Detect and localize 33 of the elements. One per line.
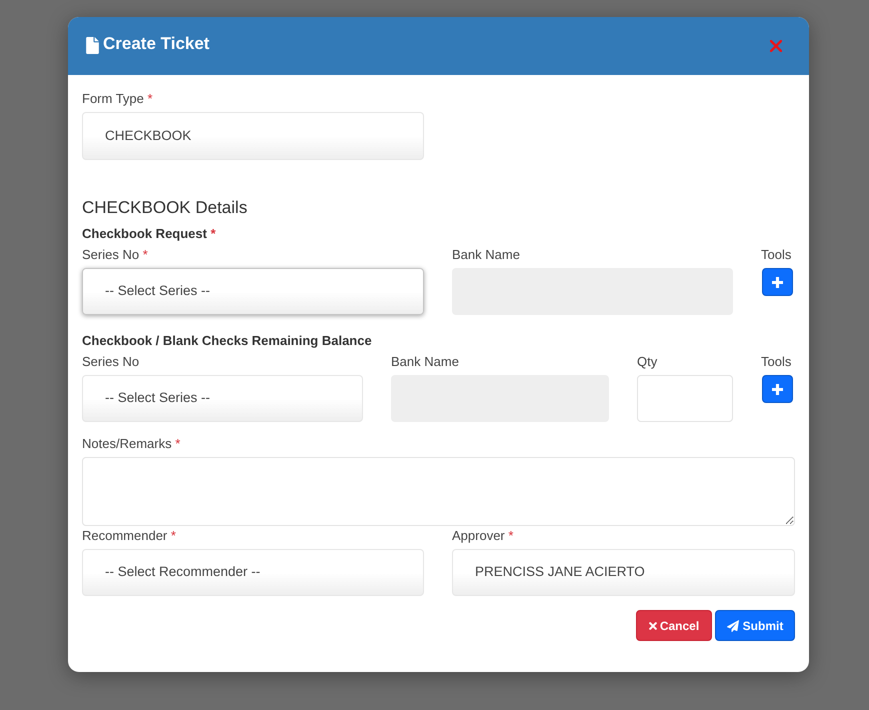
subsection-title: Checkbook / Blank Checks Remaining Balance: [82, 332, 372, 350]
qty-field[interactable]: [637, 375, 733, 422]
field-label: Recommender *: [82, 527, 176, 545]
paper-plane-icon: [726, 620, 739, 632]
field-label: Series No: [82, 353, 140, 371]
field-label: Approver *: [452, 527, 514, 545]
field-label: Tools: [761, 246, 792, 264]
field-label: Series No *: [82, 246, 148, 264]
field-label: Tools: [761, 353, 792, 371]
modal-title: Create Ticket: [103, 33, 210, 56]
field-label: Bank Name: [391, 353, 459, 371]
cancel-button[interactable]: Cancel: [636, 610, 712, 641]
add-button[interactable]: [762, 268, 793, 296]
field-label: Bank Name: [452, 246, 520, 264]
notes-field[interactable]: [82, 457, 795, 526]
close-icon: [648, 622, 657, 630]
select-field[interactable]: -- Select Series --: [82, 375, 363, 422]
subsection-title: Checkbook Request *: [82, 225, 216, 243]
document-icon: [86, 36, 99, 54]
field-label: Form Type *: [82, 90, 153, 108]
select-field[interactable]: PRENCISS JANE ACIERTO: [452, 549, 795, 596]
add-button[interactable]: [762, 375, 793, 403]
field-label: Notes/Remarks *: [82, 435, 180, 453]
close-icon: [770, 40, 782, 52]
plus-icon: [772, 384, 783, 394]
select-field[interactable]: -- Select Series --: [82, 268, 424, 315]
submit-button[interactable]: Submit: [715, 610, 795, 641]
plus-icon: [772, 276, 783, 288]
section-heading: CHECKBOOK Details: [82, 197, 248, 219]
select-field[interactable]: -- Select Recommender --: [82, 549, 424, 596]
close-button[interactable]: [770, 40, 782, 52]
form-type-select[interactable]: CHECKBOOK: [82, 112, 424, 160]
field-label: Qty: [637, 353, 658, 371]
